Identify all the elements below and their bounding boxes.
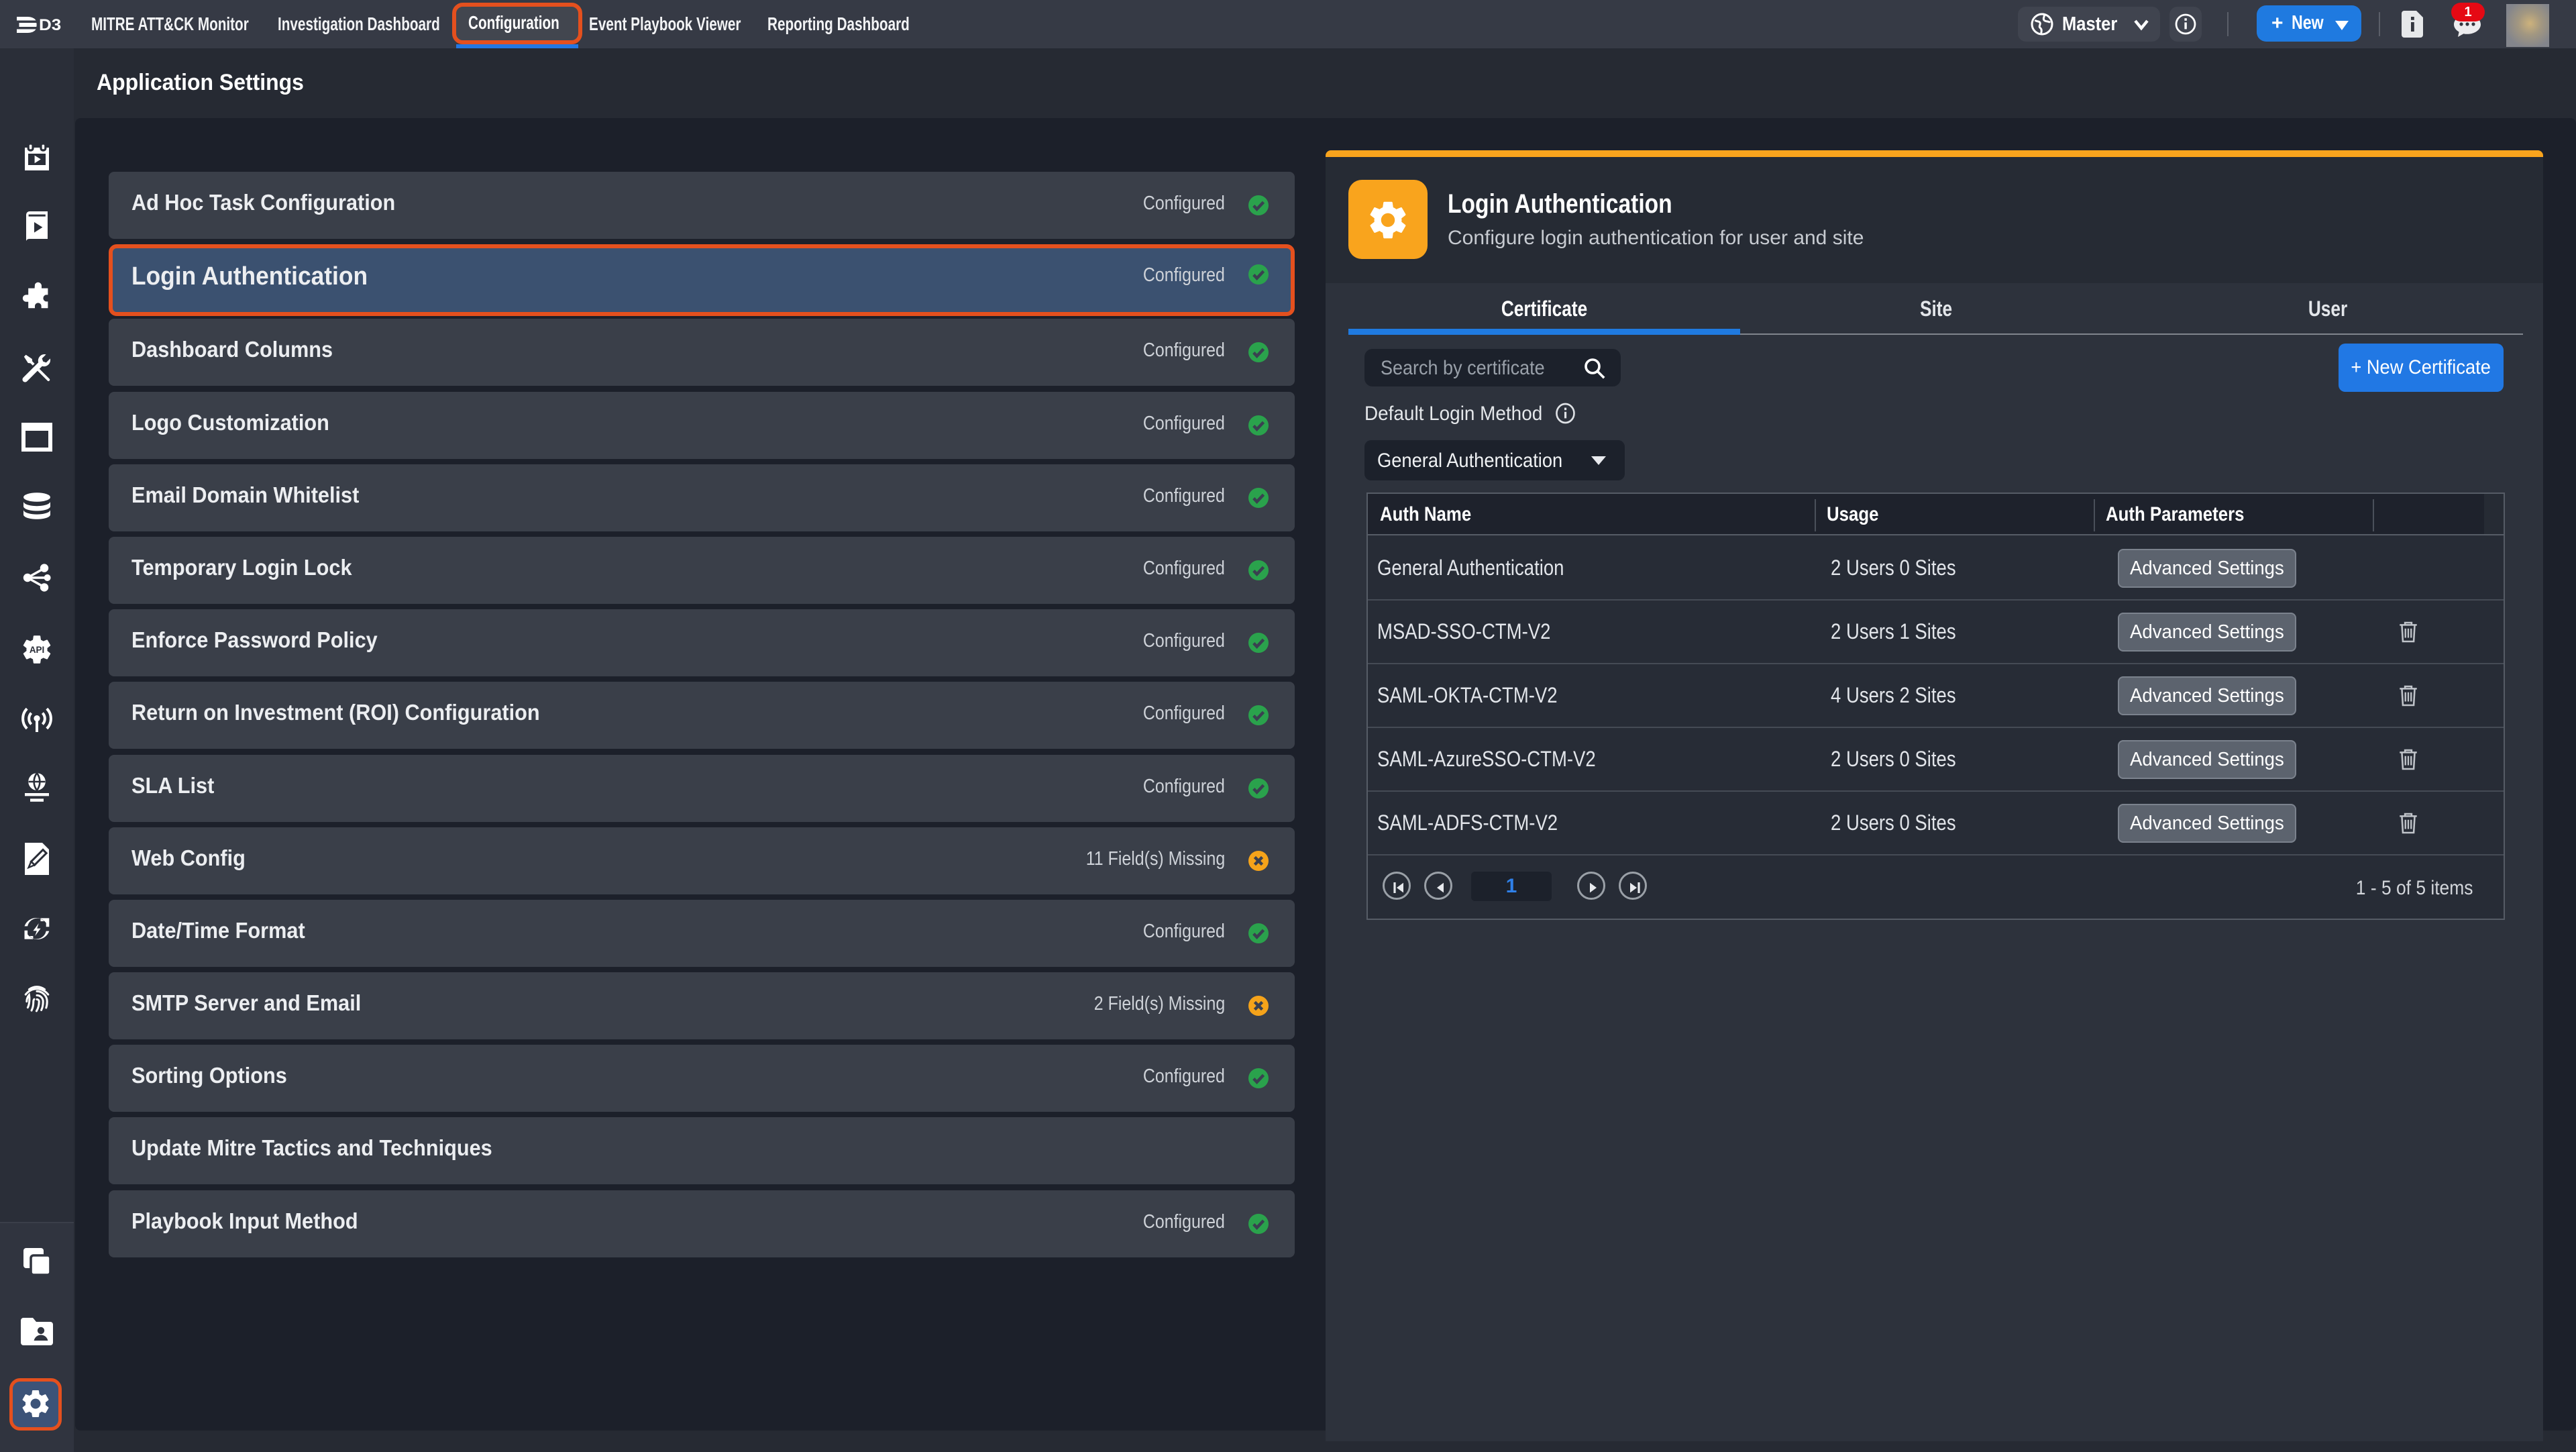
svg-text:API: API [30,645,44,655]
svg-text:D3: D3 [39,16,61,34]
